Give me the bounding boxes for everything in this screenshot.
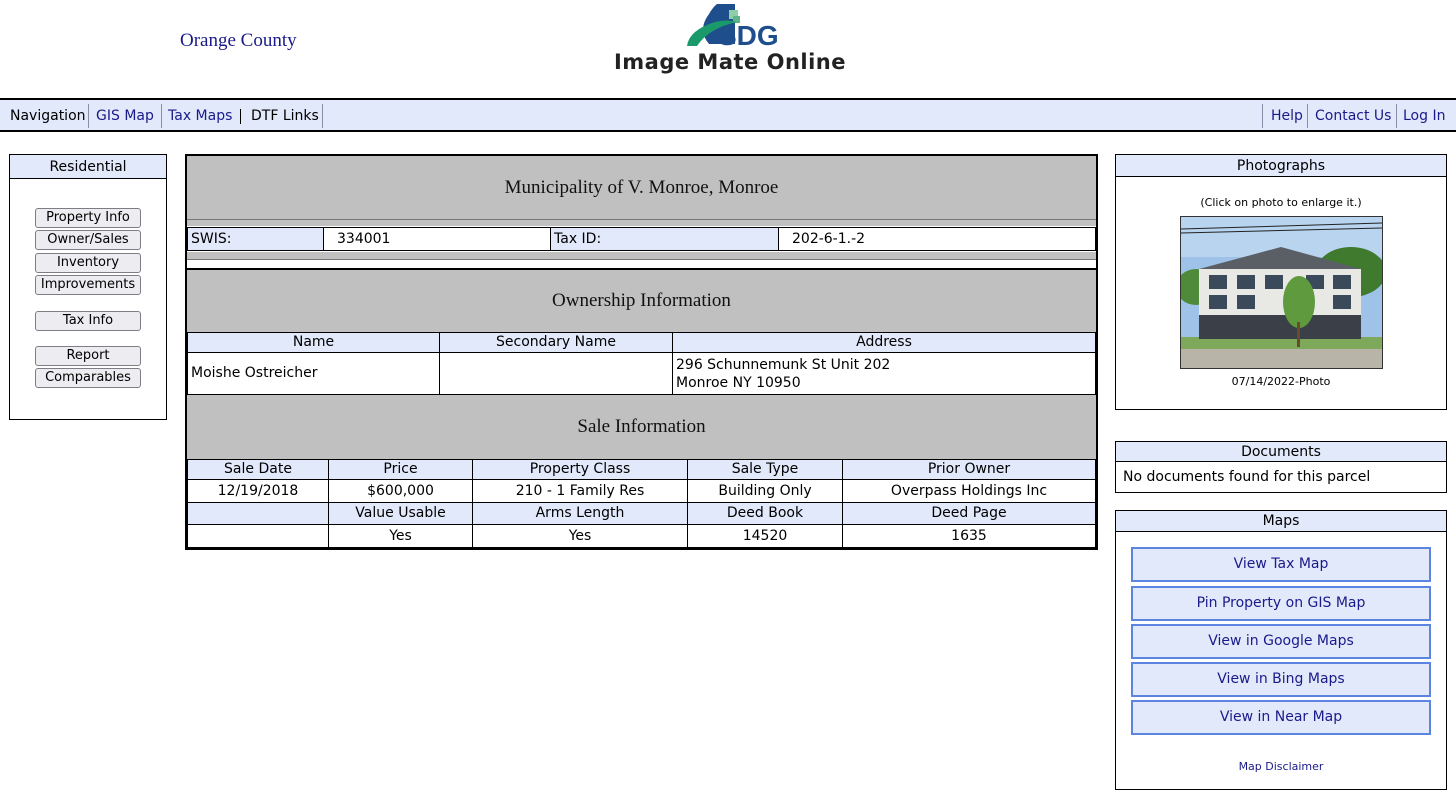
ownership-header-secondary: Secondary Name	[439, 332, 673, 353]
sale-header-blank	[187, 502, 329, 525]
sale-header-value-usable: Value Usable	[328, 502, 473, 525]
nav-contact-us[interactable]: Contact Us	[1315, 108, 1391, 124]
sale-header-class: Property Class	[472, 459, 688, 480]
documents-panel: Documents No documents found for this pa…	[1115, 441, 1447, 493]
sdg-logo: SDG Image Mate Online	[605, 0, 855, 86]
residential-panel: Residential Property Info Owner/Sales In…	[9, 154, 167, 420]
ownership-title: Ownership Information	[187, 270, 1096, 332]
sale-header-arms-length: Arms Length	[472, 502, 688, 525]
view-tax-map-button[interactable]: View Tax Map	[1131, 547, 1431, 582]
ownership-header-name: Name	[187, 332, 440, 353]
sale-date: 12/19/2018	[187, 479, 329, 503]
sdg-logo-icon: SDG	[687, 4, 779, 51]
report-button[interactable]: Report	[35, 346, 141, 366]
product-title: Image Mate Online	[613, 50, 846, 74]
view-bing-maps-button[interactable]: View in Bing Maps	[1131, 662, 1431, 697]
nav-gis-map[interactable]: GIS Map	[96, 108, 154, 124]
sale-type: Building Only	[687, 479, 843, 503]
county-name: Orange County	[180, 30, 297, 51]
property-info-button[interactable]: Property Info	[35, 208, 141, 228]
sale-deed-page: 1635	[842, 524, 1096, 548]
swis-value: 334001	[323, 227, 551, 251]
nav-divider	[1396, 104, 1397, 128]
nav-divider	[88, 104, 89, 128]
improvements-button[interactable]: Improvements	[35, 275, 141, 295]
photo-caption: 07/14/2022-Photo	[1231, 375, 1331, 388]
sale-price: $600,000	[328, 479, 473, 503]
sale-header-price: Price	[328, 459, 473, 480]
municipality-title: Municipality of V. Monroe, Monroe	[187, 156, 1096, 219]
logo-text: SDG	[718, 20, 779, 50]
nav-help[interactable]: Help	[1271, 108, 1303, 124]
photo-hint: (Click on photo to enlarge it.)	[1200, 196, 1362, 209]
taxid-value: 202-6-1.-2	[778, 227, 1096, 251]
swis-label: SWIS:	[187, 227, 324, 251]
sale-header-type: Sale Type	[687, 459, 843, 480]
sale-header-deed-page: Deed Page	[842, 502, 1096, 525]
owner-secondary-name	[439, 352, 673, 395]
taxid-label: Tax ID:	[550, 227, 779, 251]
nav-divider	[1307, 104, 1308, 128]
property-main-panel: Municipality of V. Monroe, Monroe SWIS: …	[185, 154, 1098, 550]
map-disclaimer-link[interactable]: Map Disclaimer	[1116, 760, 1446, 773]
spacer-band	[187, 252, 1096, 260]
owner-sales-button[interactable]: Owner/Sales	[35, 230, 141, 250]
pin-property-gis-button[interactable]: Pin Property on GIS Map	[1131, 586, 1431, 621]
photographs-title: Photographs	[1116, 155, 1446, 177]
residential-title: Residential	[10, 155, 166, 179]
inventory-button[interactable]: Inventory	[35, 253, 141, 273]
tax-info-button[interactable]: Tax Info	[35, 311, 141, 331]
nav-tax-maps[interactable]: Tax Maps	[168, 108, 232, 124]
sale-title: Sale Information	[187, 395, 1096, 459]
maps-panel: Maps View Tax Map Pin Property on GIS Ma…	[1115, 510, 1447, 790]
sale-header-date: Sale Date	[187, 459, 329, 480]
sale-value-usable: Yes	[328, 524, 473, 548]
comparables-button[interactable]: Comparables	[35, 368, 141, 388]
nav-divider	[322, 104, 323, 128]
sale-arms-length: Yes	[472, 524, 688, 548]
nav-divider	[161, 104, 162, 128]
documents-title: Documents	[1116, 442, 1446, 462]
owner-address-line2: Monroe NY 10950	[676, 375, 801, 391]
documents-message: No documents found for this parcel	[1123, 469, 1371, 485]
sale-header-prior-owner: Prior Owner	[842, 459, 1096, 480]
top-navbar: Navigation GIS Map Tax Maps DTF Links He…	[0, 98, 1456, 132]
sale-blank-value	[187, 524, 329, 548]
house-photo-icon	[1181, 217, 1382, 368]
maps-title: Maps	[1116, 511, 1446, 532]
sale-property-class: 210 - 1 Family Res	[472, 479, 688, 503]
nav-dtf-links[interactable]: DTF Links	[251, 108, 319, 124]
view-near-map-button[interactable]: View in Near Map	[1131, 700, 1431, 735]
photographs-panel: Photographs (Click on photo to enlarge i…	[1115, 154, 1447, 410]
nav-divider	[1262, 104, 1263, 128]
owner-name: Moishe Ostreicher	[187, 352, 440, 395]
nav-divider	[240, 109, 241, 124]
owner-address-line1: 296 Schunnemunk St Unit 202	[676, 357, 891, 373]
sale-deed-book: 14520	[687, 524, 843, 548]
spacer-band	[187, 219, 1096, 226]
property-photo[interactable]	[1180, 216, 1383, 369]
view-google-maps-button[interactable]: View in Google Maps	[1131, 624, 1431, 659]
sale-prior-owner: Overpass Holdings Inc	[842, 479, 1096, 503]
nav-log-in[interactable]: Log In	[1403, 108, 1445, 124]
nav-navigation-label: Navigation	[10, 108, 86, 124]
sale-header-deed-book: Deed Book	[687, 502, 843, 525]
owner-address: 296 Schunnemunk St Unit 202 Monroe NY 10…	[672, 352, 1096, 395]
ownership-header-address: Address	[672, 332, 1096, 353]
